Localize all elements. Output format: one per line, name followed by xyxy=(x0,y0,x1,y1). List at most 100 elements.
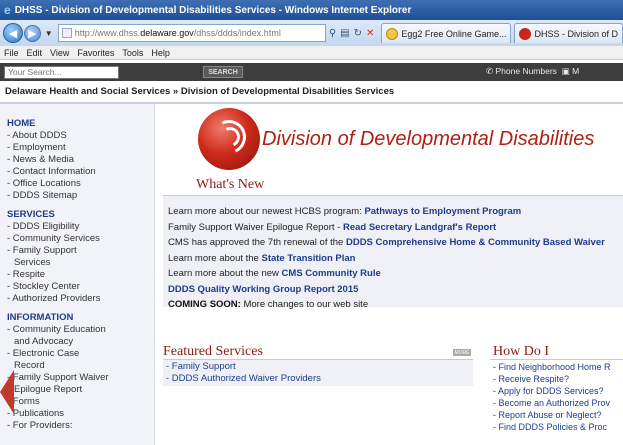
news-item: Learn more about our newest HCBS program… xyxy=(168,204,623,220)
refresh-icon[interactable]: ↻ xyxy=(354,28,362,39)
news-text: Learn more about our newest HCBS program… xyxy=(168,206,365,217)
nav-item-community-services[interactable]: - Community Services xyxy=(7,233,154,245)
nav-item-employment[interactable]: - Employment xyxy=(7,142,154,154)
address-bar[interactable]: http://www.dhss. delaware.gov/dhss/ddds/i… xyxy=(57,24,326,42)
site-search-bar: SEARCH ✆ Phone Numbers ▣ M xyxy=(0,63,623,81)
tab-label: DHSS - Division of D xyxy=(534,28,618,39)
news-link[interactable]: DDDS Comprehensive Home & Community Base… xyxy=(346,237,605,248)
nav-item-providers[interactable]: - Authorized Providers xyxy=(7,293,154,305)
search-button[interactable]: SEARCH xyxy=(203,66,243,78)
howdo-item[interactable]: - Report Abuse or Neglect? xyxy=(493,409,623,421)
phone-numbers-link[interactable]: ✆ Phone Numbers ▣ M xyxy=(486,66,579,77)
window-title: DHSS - Division of Developmental Disabil… xyxy=(14,4,412,16)
tab-egg2[interactable]: Egg2 Free Online Game... xyxy=(381,23,512,43)
nav-item-news[interactable]: - News & Media xyxy=(7,154,154,166)
news-text: Learn more about the xyxy=(168,252,262,264)
menu-file[interactable]: File xyxy=(4,48,19,58)
tab-dhss[interactable]: DHSS - Division of D xyxy=(514,23,623,43)
nav-item-offices[interactable]: - Office Locations xyxy=(7,178,154,190)
nav-item-community-education-cont[interactable]: and Advocacy xyxy=(7,336,154,348)
nav-item-eligibility[interactable]: - DDDS Eligibility xyxy=(7,221,154,233)
nav-item-waiver-report[interactable]: - Family Support Waiver xyxy=(7,372,154,384)
news-item: CMS has approved the 7th renewal of the … xyxy=(168,235,623,251)
breadcrumb: Delaware Health and Social Services » Di… xyxy=(5,86,395,97)
url-path: /dhss/ddds/index.html xyxy=(193,28,281,38)
nav-item-ecr-cont[interactable]: Record xyxy=(7,360,154,372)
news-item: COMING SOON: More changes to our web sit… xyxy=(168,297,623,313)
news-link[interactable]: State Transition Plan xyxy=(261,253,355,264)
news-item: Family Support Waiver Epilogue Report - … xyxy=(168,220,623,236)
news-text: More changes to our web site xyxy=(240,299,369,310)
howdo-item[interactable]: - Find DDDS Policies & Proc xyxy=(493,421,623,433)
nav-item-forms[interactable]: - Forms xyxy=(7,396,154,408)
nav-item-sitemap[interactable]: - DDDS Sitemap xyxy=(7,190,154,202)
nav-item-stockley[interactable]: - Stockley Center xyxy=(7,281,154,293)
featured-services-heading: Featured Services xyxy=(163,344,263,359)
nav-item-contact[interactable]: - Contact Information xyxy=(7,166,154,178)
how-do-i-list: - Find Neighborhood Home R - Receive Res… xyxy=(493,361,623,433)
nav-item-family-support[interactable]: - Family Support xyxy=(7,245,154,257)
how-do-i-heading: How Do I xyxy=(493,344,549,359)
url-domain: delaware.gov xyxy=(140,28,194,38)
coming-soon-label: COMING SOON: xyxy=(168,299,241,310)
news-link[interactable]: CMS Community Rule xyxy=(282,268,381,279)
search-icon[interactable]: ⚲ xyxy=(329,28,336,39)
howdo-item[interactable]: - Become an Authorized Prov xyxy=(493,397,623,409)
window-titlebar: e DHSS - Division of Developmental Disab… xyxy=(0,0,623,20)
news-text: CMS has approved the 7th renewal of the xyxy=(168,237,346,248)
news-text: Family Support Waiver Epilogue Report - xyxy=(168,221,343,233)
menu-tools[interactable]: Tools xyxy=(122,48,143,58)
ie-logo-icon: e xyxy=(4,3,11,17)
nav-item-publications[interactable]: - Publications xyxy=(7,408,154,420)
menu-favorites[interactable]: Favorites xyxy=(77,48,114,58)
more-button[interactable]: MORE xyxy=(453,349,471,356)
back-arrow-icon[interactable]: ◀ xyxy=(3,23,23,43)
tab-label: Egg2 Free Online Game... xyxy=(401,28,507,39)
news-item: Learn more about the new CMS Community R… xyxy=(168,266,623,282)
menu-view[interactable]: View xyxy=(50,48,69,58)
news-text: Learn more about the new xyxy=(168,268,282,279)
howdo-item[interactable]: - Find Neighborhood Home R xyxy=(493,361,623,373)
menu-bar: File Edit View Favorites Tools Help xyxy=(0,46,623,60)
stop-icon[interactable]: ✕ xyxy=(366,28,374,39)
page-icon xyxy=(61,28,72,38)
how-do-i-divider xyxy=(490,359,623,360)
menu-help[interactable]: Help xyxy=(151,48,170,58)
sitebar-extra-label: M xyxy=(572,66,580,76)
site-search-input[interactable] xyxy=(4,65,119,79)
news-link[interactable]: Pathways to Employment Program xyxy=(364,206,521,217)
nav-item-community-education[interactable]: - Community Education xyxy=(7,324,154,336)
browser-navbar: ◀ ▶ ▼ http://www.dhss. delaware.gov/dhss/… xyxy=(0,20,623,46)
whats-new-heading: What's New xyxy=(196,177,265,192)
whats-new-panel: Learn more about our newest HCBS program… xyxy=(163,195,623,310)
url-prefix: http://www.dhss. xyxy=(74,28,141,38)
nav-item-ecr[interactable]: - Electronic Case xyxy=(7,348,154,360)
nav-heading-home[interactable]: HOME xyxy=(7,118,154,129)
news-item: Learn more about the State Transition Pl… xyxy=(168,251,623,267)
ddds-logo xyxy=(198,108,260,170)
history-dropdown-icon[interactable]: ▼ xyxy=(45,29,53,38)
nav-item-about[interactable]: - About DDDS xyxy=(7,130,154,142)
phone-numbers-label: Phone Numbers xyxy=(495,66,557,76)
news-link[interactable]: Read Secretary Landgraf's Report xyxy=(343,222,496,233)
nav-item-respite[interactable]: - Respite xyxy=(7,269,154,281)
red-pointer-arrow xyxy=(0,370,14,414)
phone-icon: ✆ xyxy=(486,66,494,76)
nav-heading-information[interactable]: INFORMATION xyxy=(7,312,154,323)
howdo-item[interactable]: - Apply for DDDS Services? xyxy=(493,385,623,397)
news-item: DDDS Quality Working Group Report 2015 xyxy=(168,282,623,298)
nav-item-for-providers[interactable]: - For Providers: xyxy=(7,420,154,432)
compat-view-icon[interactable]: ▤ xyxy=(340,28,349,39)
howdo-item[interactable]: - Receive Respite? xyxy=(493,373,623,385)
left-navigation: HOME - About DDDS - Employment - News & … xyxy=(0,104,155,445)
nav-item-family-support-cont[interactable]: Services xyxy=(7,257,154,269)
nav-heading-services[interactable]: SERVICES xyxy=(7,209,154,220)
news-link[interactable]: DDDS Quality Working Group Report 2015 xyxy=(168,284,358,295)
forward-arrow-icon[interactable]: ▶ xyxy=(23,24,41,42)
featured-item-waiver-providers[interactable]: - DDDS Authorized Waiver Providers xyxy=(166,373,473,385)
menu-edit[interactable]: Edit xyxy=(27,48,43,58)
page-title: Division of Developmental Disabilities xyxy=(262,128,595,150)
dhss-favicon-icon xyxy=(519,27,532,40)
featured-item-family-support[interactable]: - Family Support xyxy=(166,361,473,373)
nav-item-waiver-report-cont[interactable]: Epilogue Report xyxy=(7,384,154,396)
